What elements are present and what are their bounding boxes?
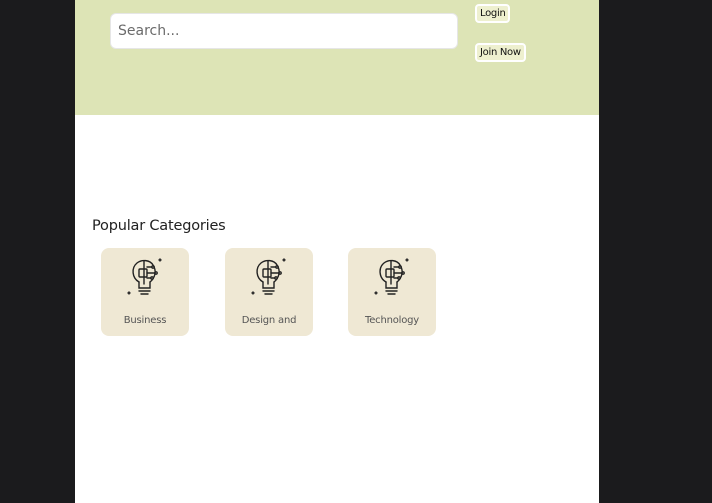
popular-categories-heading: Popular Categories: [92, 218, 226, 234]
category-label: Business: [123, 315, 167, 326]
category-label: Design and: [241, 315, 297, 326]
category-card-technology[interactable]: Technology: [348, 248, 436, 336]
lightbulb-circuit-icon: [127, 258, 162, 295]
category-card-business[interactable]: Business: [101, 248, 189, 336]
lightbulb-circuit-icon: [251, 258, 286, 295]
page-container: Login Join Now Popular Categories: [75, 0, 599, 503]
category-card-design[interactable]: Design and: [225, 248, 313, 336]
hero-banner: Login Join Now: [75, 0, 599, 115]
search-input[interactable]: [110, 13, 458, 49]
lightbulb-circuit-icon: [374, 258, 409, 295]
join-now-button[interactable]: Join Now: [475, 43, 526, 62]
login-button[interactable]: Login: [475, 4, 511, 23]
category-label: Technology: [364, 315, 420, 326]
